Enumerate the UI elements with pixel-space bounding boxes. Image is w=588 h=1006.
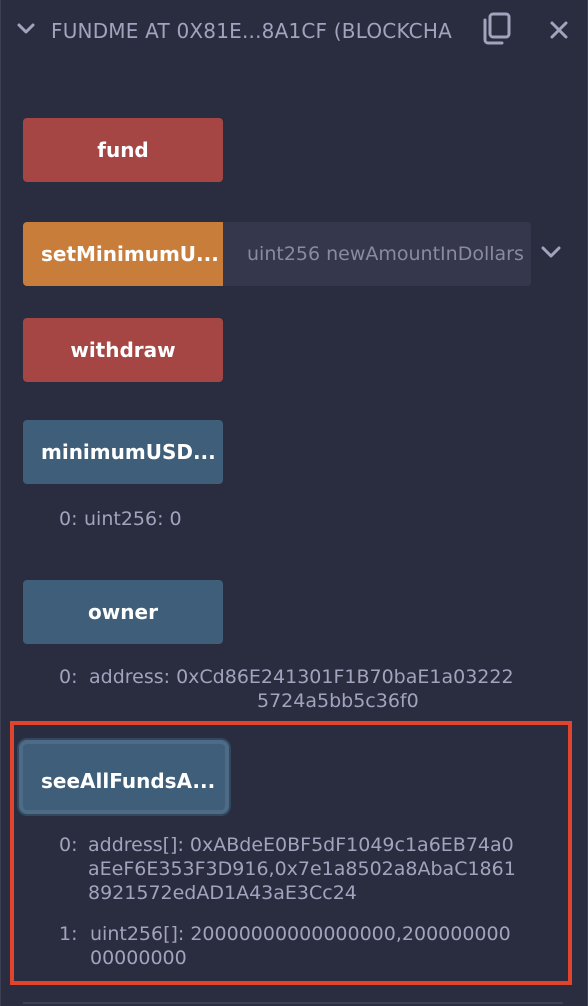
minimum-usd-output: 0: uint256: 0	[59, 507, 259, 531]
see-all-funds-output-0: 0: address[]: 0xABdeE0BF5dF1049c1a6EB74a…	[59, 833, 549, 905]
new-amount-input[interactable]: uint256 newAmountInDollars	[223, 222, 531, 286]
minimum-usd-button[interactable]: minimumUSD...	[23, 420, 223, 484]
contract-title: FUNDME AT 0X81E...8A1CF (BLOCKCHAIN)	[51, 19, 453, 43]
output-value-line: 5724a5bb5c36f0	[257, 690, 419, 712]
output-index: 0:	[59, 508, 78, 530]
withdraw-button[interactable]: withdraw	[23, 318, 223, 382]
output-value-line: aEeF6E353F3D916,0x7e1a8502a8AbaC1861	[88, 858, 516, 880]
output-value-line: address[]: 0xABdeE0BF5dF1049c1a6EB74a0	[88, 834, 514, 856]
deployed-contract-panel: FUNDME AT 0X81E...8A1CF (BLOCKCHAIN) fun…	[0, 0, 588, 1006]
output-index: 0:	[59, 666, 78, 688]
chevron-down-icon[interactable]	[539, 240, 563, 264]
output-index: 0:	[59, 834, 78, 856]
output-value-line: 00000000	[90, 947, 187, 969]
output-value-line: 8921572edAD1A43aE3Cc24	[88, 882, 357, 904]
output-value-line: address: 0xCd86E241301F1B70baE1a03222	[89, 666, 514, 688]
output-value-line: uint256[]: 20000000000000000,200000000	[90, 923, 511, 945]
copy-icon[interactable]	[479, 10, 515, 46]
output-value: uint256: 0	[84, 508, 182, 530]
see-all-funds-output-1: 1: uint256[]: 20000000000000000,20000000…	[59, 922, 549, 970]
close-icon[interactable]	[547, 18, 571, 42]
set-minimum-usd-button[interactable]: setMinimumU...	[23, 222, 223, 286]
see-all-funds-button[interactable]: seeAllFundsA...	[19, 740, 229, 814]
divider	[23, 1002, 563, 1004]
output-index: 1:	[59, 923, 78, 945]
owner-output: 0: address: 0xCd86E241301F1B70baE1a03222…	[59, 665, 549, 713]
chevron-down-icon[interactable]	[15, 18, 37, 40]
owner-button[interactable]: owner	[23, 580, 223, 644]
fund-button[interactable]: fund	[23, 118, 223, 182]
contract-header: FUNDME AT 0X81E...8A1CF (BLOCKCHAIN)	[1, 0, 587, 62]
